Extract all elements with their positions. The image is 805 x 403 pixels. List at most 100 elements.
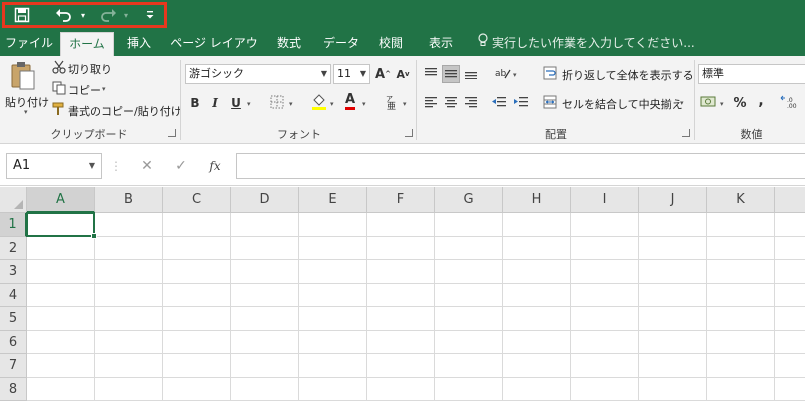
align-bottom-button[interactable] [462,65,480,83]
cell-g4[interactable] [435,283,503,307]
formula-bar-grip-icon[interactable]: ⋮ [110,153,122,179]
cell-c2[interactable] [163,236,231,260]
undo-dropdown[interactable]: ▾ [78,6,88,24]
cell-i2[interactable] [571,236,639,260]
column-header-e[interactable]: E [299,187,367,213]
cell-l3[interactable] [775,260,805,284]
cell-h2[interactable] [503,236,571,260]
cell-g8[interactable] [435,377,503,401]
redo-dropdown[interactable]: ▾ [121,6,131,24]
cell-a5[interactable] [27,307,95,331]
align-center-button[interactable] [442,94,460,112]
cell-f6[interactable] [367,330,435,354]
cell-h8[interactable] [503,377,571,401]
fill-color-button[interactable] [310,93,328,113]
cell-l2[interactable] [775,237,805,260]
cell-d7[interactable] [231,354,299,378]
column-header-g[interactable]: G [435,187,503,213]
cell-h3[interactable] [503,260,571,284]
bold-button[interactable]: B [186,94,204,112]
column-header-i[interactable]: I [571,187,639,213]
cell-i5[interactable] [571,307,639,331]
cell-g6[interactable] [435,330,503,354]
save-button[interactable] [12,6,32,24]
cut-button[interactable]: 切り取り [68,61,112,77]
cell-a6[interactable] [27,330,95,354]
cell-d6[interactable] [231,330,299,354]
tab-file[interactable]: ファイル [2,30,56,56]
font-launcher-icon[interactable] [405,129,413,137]
paste-button[interactable] [8,61,38,92]
cell-j4[interactable] [639,283,707,307]
column-header-d[interactable]: D [231,187,299,213]
cell-h1[interactable] [503,213,571,237]
font-size-combo[interactable]: 11 ▼ [333,64,370,84]
font-color-button[interactable]: A [341,92,359,110]
cell-k3[interactable] [707,260,775,284]
cell-a4[interactable] [27,283,95,307]
cell-j7[interactable] [639,354,707,378]
cell-e3[interactable] [299,260,367,284]
cell-b5[interactable] [95,307,163,331]
tab-page-layout[interactable]: ページ レイアウト [168,30,260,76]
alignment-launcher-icon[interactable] [682,129,690,137]
cell-l5[interactable] [775,307,805,331]
redo-button[interactable] [96,6,120,24]
select-all-button[interactable] [0,187,27,213]
cell-g2[interactable] [435,236,503,260]
name-box[interactable]: A1 ▼ [6,153,102,179]
undo-button[interactable] [52,6,76,24]
currency-button[interactable] [699,93,719,113]
cell-g5[interactable] [435,307,503,331]
cell-d8[interactable] [231,377,299,401]
cell-i8[interactable] [571,377,639,401]
chevron-down-icon[interactable]: ▾ [513,71,517,79]
row-header-6[interactable]: 6 [0,330,27,354]
cell-k2[interactable] [707,236,775,260]
align-middle-button[interactable] [442,65,460,83]
cell-a3[interactable] [27,260,95,284]
chevron-down-icon[interactable]: ▾ [680,99,684,107]
row-header-2[interactable]: 2 [0,236,27,260]
chevron-down-icon[interactable]: ▾ [102,85,106,93]
insert-function-button[interactable]: fx [198,153,232,179]
column-header-h[interactable]: H [503,187,571,213]
cell-h6[interactable] [503,330,571,354]
merge-center-button[interactable]: セルを結合して中央揃え [562,96,683,112]
customize-qat-button[interactable] [143,6,157,24]
cell-i3[interactable] [571,260,639,284]
chevron-down-icon[interactable]: ▾ [330,100,334,108]
cell-d3[interactable] [231,260,299,284]
cell-f4[interactable] [367,283,435,307]
cell-c4[interactable] [163,283,231,307]
cell-c5[interactable] [163,307,231,331]
tab-view[interactable]: 表示 [420,30,462,56]
underline-button[interactable]: U [227,94,245,112]
cell-b1[interactable] [95,213,163,237]
cell-b7[interactable] [95,354,163,378]
tab-home[interactable]: ホーム [60,32,114,56]
confirm-entry-button[interactable]: ✓ [164,153,198,179]
row-header-1[interactable]: 1 [0,213,27,237]
cell-e1[interactable] [299,213,367,237]
cell-d5[interactable] [231,307,299,331]
cell-i6[interactable] [571,330,639,354]
cell-g3[interactable] [435,260,503,284]
align-top-button[interactable] [422,65,440,83]
cell-i7[interactable] [571,354,639,378]
cell-e5[interactable] [299,307,367,331]
cell-g7[interactable] [435,354,503,378]
shrink-font-button[interactable]: Av [394,65,412,83]
cell-k4[interactable] [707,283,775,307]
cell-l7[interactable] [775,354,805,378]
column-header-f[interactable]: F [367,187,435,213]
comma-button[interactable]: , [752,92,770,110]
chevron-down-icon[interactable]: ▾ [289,100,293,108]
font-name-combo[interactable]: 游ゴシック ▼ [185,64,331,84]
cell-j8[interactable] [639,377,707,401]
row-header-4[interactable]: 4 [0,283,27,307]
row-header-8[interactable]: 8 [0,377,27,401]
row-header-5[interactable]: 5 [0,307,27,331]
clipboard-launcher-icon[interactable] [168,129,176,137]
cell-j3[interactable] [639,260,707,284]
